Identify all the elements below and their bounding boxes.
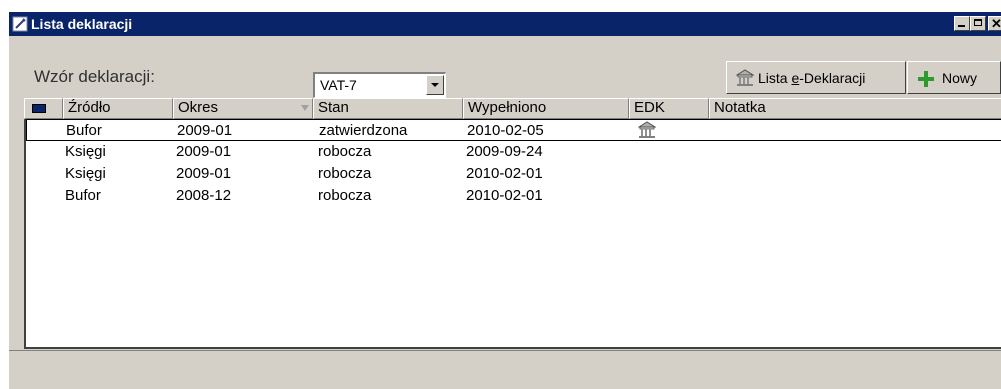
column-header-notatka[interactable]: Notatka <box>709 98 1001 119</box>
cell-wypelniono: 2010-02-05 <box>467 122 544 139</box>
cell-zrodlo: Księgi <box>65 165 106 182</box>
cell-wypelniono: 2010-02-01 <box>466 187 543 204</box>
table-row[interactable]: Bufor 2009-01 zatwierdzona 2010-02-05 <box>26 119 1001 141</box>
form-type-label: Wzór deklaracji: <box>34 67 155 86</box>
column-header-okres[interactable]: Okres <box>173 98 313 119</box>
close-button[interactable]: ✕ <box>988 16 1001 31</box>
close-icon: ✕ <box>991 16 1001 31</box>
list-header: Źródło Okres Stan Wypełniono EDK Notatka <box>24 98 1001 119</box>
minimize-icon <box>958 25 965 27</box>
declarations-list[interactable]: Bufor 2009-01 zatwierdzona 2010-02-05 Ks… <box>24 119 1001 349</box>
cell-wypelniono: 2009-09-24 <box>466 143 543 160</box>
nowy-button-label: Nowy <box>942 70 978 86</box>
cell-okres: 2009-01 <box>177 122 233 139</box>
form-icon <box>12 16 28 32</box>
minimize-button[interactable] <box>954 16 970 31</box>
table-row[interactable]: Księgi 2009-01 robocza 2010-02-01 <box>26 163 1001 185</box>
form-type-select[interactable]: VAT-7 <box>313 72 446 98</box>
cell-okres: 2009-01 <box>176 143 232 160</box>
cell-stan: zatwierdzona <box>319 122 408 139</box>
table-row[interactable]: Bufor 2008-12 robocza 2010-02-01 <box>26 185 1001 207</box>
maximize-icon <box>974 19 982 26</box>
cell-okres: 2009-01 <box>176 165 232 182</box>
lista-button-label: Lista e-Deklaracji <box>758 70 866 86</box>
dropdown-button[interactable] <box>426 75 444 95</box>
column-header-wypelniono[interactable]: Wypełniono <box>463 98 629 119</box>
chevron-down-icon <box>431 83 439 87</box>
sort-arrow-icon <box>301 105 309 111</box>
maximize-button[interactable] <box>970 16 986 31</box>
window-title: Lista deklaracji <box>31 16 133 32</box>
cell-stan: robocza <box>318 165 372 182</box>
cell-zrodlo: Bufor <box>65 187 101 204</box>
building-icon <box>638 121 656 138</box>
cell-okres: 2008-12 <box>176 187 232 204</box>
column-header-select[interactable] <box>24 98 63 119</box>
form-type-value: VAT-7 <box>320 77 357 93</box>
title-bar[interactable]: Lista deklaracji ✕ <box>9 12 1001 36</box>
column-header-zrodlo[interactable]: Źródło <box>63 98 173 119</box>
cell-wypelniono: 2010-02-01 <box>466 165 543 182</box>
status-bar <box>9 350 1001 389</box>
cell-zrodlo: Bufor <box>66 122 102 139</box>
plus-icon <box>918 71 934 87</box>
cell-stan: robocza <box>318 187 372 204</box>
column-header-stan[interactable]: Stan <box>313 98 463 119</box>
building-icon <box>736 69 754 86</box>
nowy-button[interactable]: Nowy <box>907 61 1001 94</box>
lista-deklaracji-window: Lista deklaracji ✕ Wzór deklaracji: VAT-… <box>8 11 1001 389</box>
lista-e-deklaracji-button[interactable]: Lista e-Deklaracji <box>726 61 906 94</box>
table-row[interactable]: Księgi 2009-01 robocza 2009-09-24 <box>26 141 1001 163</box>
selection-icon <box>32 104 46 113</box>
cell-zrodlo: Księgi <box>65 143 106 160</box>
cell-stan: robocza <box>318 143 372 160</box>
column-header-edk[interactable]: EDK <box>629 98 709 119</box>
